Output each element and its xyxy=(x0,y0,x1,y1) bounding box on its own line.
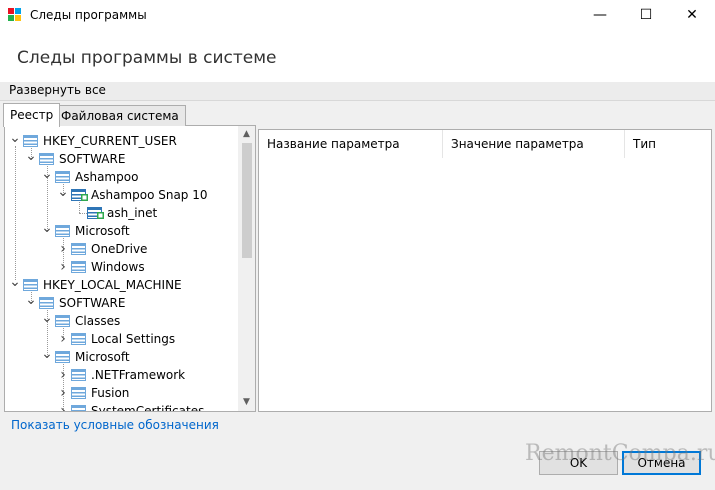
toolbar: Развернуть все xyxy=(0,82,715,101)
header-band: Следы программы в системе xyxy=(0,31,715,82)
scroll-up-icon[interactable]: ▲ xyxy=(238,126,255,143)
parameters-list[interactable]: Название параметра Значение параметра Ти… xyxy=(258,129,712,412)
column-header-value[interactable]: Значение параметра xyxy=(443,130,625,158)
chevron-right-icon[interactable]: › xyxy=(57,330,69,348)
scroll-thumb[interactable] xyxy=(242,143,252,258)
tree-item-label: ash_inet xyxy=(107,206,158,220)
registry-key-icon xyxy=(71,332,88,346)
tab-registry[interactable]: Реестр xyxy=(3,103,61,127)
chevron-right-icon[interactable]: › xyxy=(57,240,69,258)
tree-item-label: SOFTWARE xyxy=(59,296,126,310)
chevron-down-icon[interactable]: ⌄ xyxy=(57,185,69,204)
tab-file-system[interactable]: Файловая система xyxy=(54,105,186,126)
registry-key-icon xyxy=(71,386,88,400)
registry-tree[interactable]: ⌄ HKEY_CURRENT_USER ⌄ SOFTWARE ⌄ Ashampoo ⌄ Ash… xyxy=(4,125,256,412)
registry-key-icon xyxy=(55,314,72,328)
chevron-down-icon[interactable]: ⌄ xyxy=(25,293,37,312)
title-bar: Следы программы — ☐ ✕ xyxy=(0,0,715,31)
registry-key-icon xyxy=(23,134,40,148)
maximize-button[interactable]: ☐ xyxy=(623,0,669,31)
registry-key-icon xyxy=(71,242,88,256)
scroll-down-icon[interactable]: ▼ xyxy=(238,394,255,411)
tree-item-label: .NETFramework xyxy=(91,368,186,382)
tree-item-label: Fusion xyxy=(91,386,130,400)
tree-item-label: HKEY_LOCAL_MACHINE xyxy=(43,278,182,292)
show-legend-link[interactable]: Показать условные обозначения xyxy=(11,418,219,432)
window-title: Следы программы xyxy=(30,8,147,22)
registry-key-icon xyxy=(39,152,56,166)
registry-key-icon xyxy=(23,278,40,292)
tree-guide-line xyxy=(15,146,16,280)
marked-registry-key-icon xyxy=(87,206,104,220)
tree-item-label: SOFTWARE xyxy=(59,152,126,166)
tree-item-label: Ashampoo Snap 10 xyxy=(91,188,208,202)
tree-item-label: HKEY_CURRENT_USER xyxy=(43,134,177,148)
tree-item-label: Local Settings xyxy=(91,332,176,346)
minimize-button[interactable]: — xyxy=(577,0,623,31)
chevron-right-icon[interactable]: › xyxy=(57,366,69,384)
chevron-down-icon[interactable]: ⌄ xyxy=(9,275,21,294)
expand-all-button[interactable]: Развернуть все xyxy=(9,83,106,97)
chevron-right-icon[interactable]: › xyxy=(57,258,69,276)
registry-key-icon xyxy=(71,260,88,274)
registry-key-icon xyxy=(55,350,72,364)
tree-scrollbar[interactable]: ▲ ▼ xyxy=(238,126,255,411)
chevron-down-icon[interactable]: ⌄ xyxy=(9,131,21,150)
column-header-type[interactable]: Тип xyxy=(625,130,711,158)
watermark-text: RemontCompa.ru xyxy=(525,441,715,466)
tree-item-label: OneDrive xyxy=(91,242,148,256)
registry-key-icon xyxy=(39,296,56,310)
page-title: Следы программы в системе xyxy=(17,48,277,68)
column-header-name[interactable]: Название параметра xyxy=(259,130,443,158)
chevron-down-icon[interactable]: ⌄ xyxy=(25,149,37,168)
chevron-right-icon[interactable]: › xyxy=(57,402,69,411)
tree-item-label: Ashampoo xyxy=(75,170,139,184)
tree-connector xyxy=(73,204,85,222)
chevron-down-icon[interactable]: ⌄ xyxy=(41,167,53,186)
chevron-down-icon[interactable]: ⌄ xyxy=(41,347,53,366)
tree-item-label: Classes xyxy=(75,314,121,328)
tree-item-label: Microsoft xyxy=(75,350,130,364)
chevron-right-icon[interactable]: › xyxy=(57,384,69,402)
chevron-down-icon[interactable]: ⌄ xyxy=(41,221,53,240)
app-logo-icon xyxy=(8,8,22,22)
chevron-down-icon[interactable]: ⌄ xyxy=(41,311,53,330)
tree-item-label: Microsoft xyxy=(75,224,130,238)
registry-key-icon xyxy=(55,224,72,238)
marked-registry-key-icon xyxy=(71,188,88,202)
registry-key-icon xyxy=(71,404,88,411)
registry-key-icon xyxy=(55,170,72,184)
tree-item-label: Windows xyxy=(91,260,145,274)
close-button[interactable]: ✕ xyxy=(669,0,715,31)
registry-key-icon xyxy=(71,368,88,382)
tree-item-label: SystemCertificates xyxy=(91,404,205,412)
